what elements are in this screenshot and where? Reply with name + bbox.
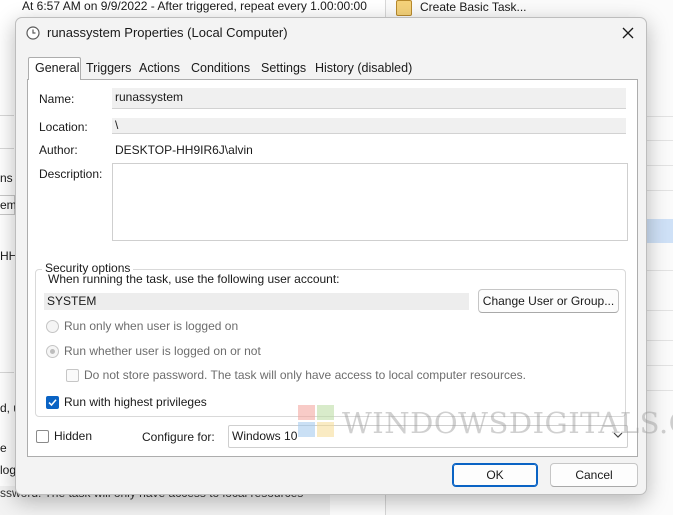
tab-label: Settings [261,61,307,75]
close-button[interactable] [616,21,640,45]
actions-separator [646,190,673,191]
user-account-field: SYSTEM [44,293,469,310]
tab-label: History (disabled) [315,61,413,75]
run-whether-logged-on-radio[interactable] [46,345,59,358]
do-not-store-password-checkbox[interactable] [66,369,79,382]
highest-privileges-checkbox[interactable] [46,396,59,409]
location-label: Location: [39,120,88,134]
name-value: runassystem [115,90,184,104]
left-fragment: e [0,441,7,455]
checkmark-icon [48,399,57,407]
account-prompt: When running the task, use the following… [48,272,340,286]
user-account-value: SYSTEM [47,294,97,308]
left-separator [0,372,14,373]
cancel-button[interactable]: Cancel [550,463,638,487]
left-fragment: log [0,463,17,477]
ok-button[interactable]: OK [452,463,538,487]
change-user-button[interactable]: Change User or Group... [478,289,619,313]
tab-label: General [35,61,80,75]
create-basic-task-action[interactable]: Create Basic Task... [396,0,527,16]
clock-icon [26,26,40,40]
tab-general[interactable]: General [28,57,81,80]
author-label: Author: [39,143,78,157]
actions-separator [646,116,673,117]
left-separator [0,148,14,149]
hidden-checkbox[interactable] [36,430,49,443]
left-field[interactable]: em [0,195,17,215]
actions-separator [646,390,673,391]
ok-label: OK [486,468,504,482]
actions-separator [646,165,673,166]
description-label: Description: [39,167,103,181]
left-fragment: ns [0,171,13,185]
create-basic-task-label: Create Basic Task... [420,0,527,15]
dialog-title: runassystem Properties (Local Computer) [47,25,288,40]
name-field[interactable]: runassystem [112,88,626,109]
actions-separator [646,310,673,311]
trigger-summary-text: At 6:57 AM on 9/9/2022 - After triggered… [22,0,367,13]
location-value: \ [115,118,119,132]
general-tab-panel: Name: runassystem Location: \ Author: DE… [27,79,638,457]
tab-label: Triggers [86,61,132,75]
author-value: DESKTOP-HH9IR6J\alvin [115,143,253,157]
chevron-down-icon [613,432,623,438]
location-field[interactable]: \ [112,118,626,134]
run-whether-logged-on-label: Run whether user is logged on or not [64,344,261,358]
selected-action-row[interactable] [646,219,673,243]
trigger-summary-row[interactable]: At 6:57 AM on 9/9/2022 - After triggered… [0,0,385,15]
configure-for-value: Windows 10 [232,429,298,443]
actions-separator [646,365,673,366]
configure-for-label: Configure for: [142,430,215,444]
hidden-label: Hidden [54,429,93,443]
close-icon [622,27,634,39]
task-wizard-icon [396,0,412,16]
dialog-titlebar[interactable]: runassystem Properties (Local Computer) [16,18,646,48]
do-not-store-password-label: Do not store password. The task will onl… [84,368,526,382]
description-field[interactable] [112,163,628,241]
cancel-label: Cancel [575,468,613,482]
actions-separator [646,140,673,141]
task-properties-dialog: runassystem Properties (Local Computer) … [15,17,647,495]
change-user-label: Change User or Group... [482,294,615,308]
configure-for-select[interactable]: Windows 10 [228,425,628,448]
tab-label: Conditions [191,61,251,75]
tab-label: Actions [139,61,180,75]
left-separator [0,115,14,116]
actions-separator [646,270,673,271]
actions-separator [646,340,673,341]
highest-privileges-label: Run with highest privileges [64,395,207,409]
run-only-logged-on-label: Run only when user is logged on [64,319,239,333]
name-label: Name: [39,92,75,106]
run-only-logged-on-radio[interactable] [46,320,59,333]
